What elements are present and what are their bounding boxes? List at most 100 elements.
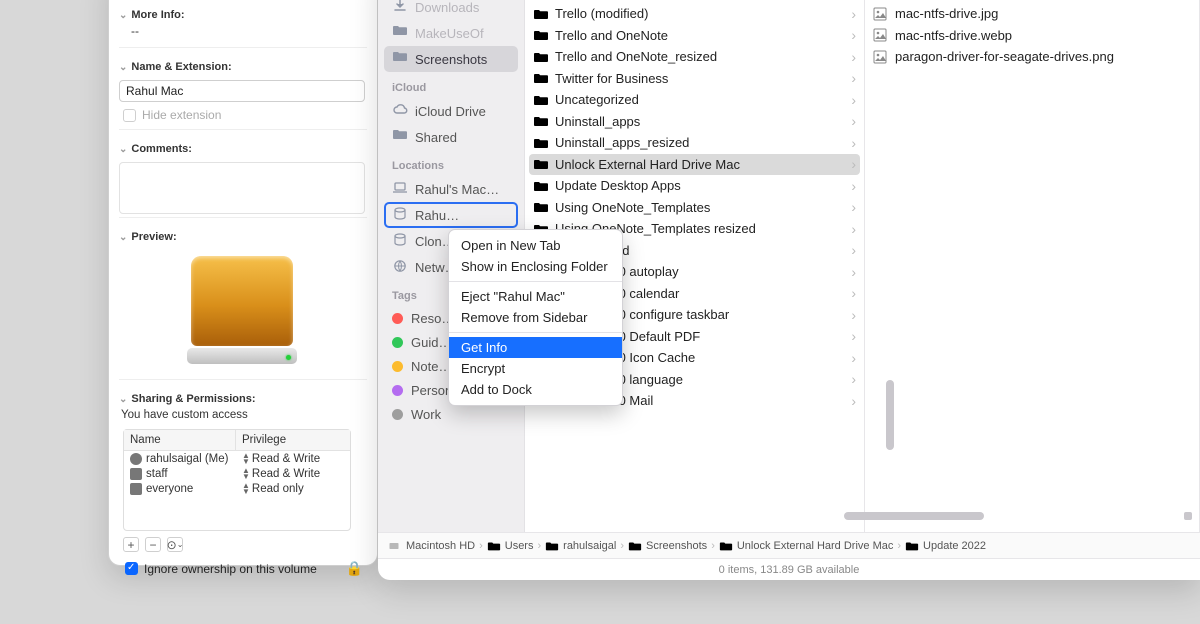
user-icon [130,453,142,465]
sharing-header[interactable]: ⌄ Sharing & Permissions: [119,383,367,408]
folder-name: Trello and OneNote_resized [555,49,851,64]
folder-icon [905,540,919,552]
tag-dot-icon [392,337,403,348]
scrollbar-thumb[interactable] [886,380,894,450]
sidebar-item[interactable]: Rahul's Mac… [384,176,518,202]
preview-header[interactable]: ⌄ Preview: [119,221,367,246]
menu-item[interactable]: Eject "Rahul Mac" [449,286,622,307]
chevron-right-icon: › [897,540,901,552]
folder-row[interactable]: Twitter for Business › [529,68,860,90]
checkbox-icon[interactable] [123,109,136,122]
folder-icon [533,179,549,193]
path-segment[interactable]: Update 2022 [905,540,986,552]
file-row[interactable]: paragon-driver-for-seagate-drives.png [869,46,1195,68]
sidebar-item-label: Screenshots [415,52,487,67]
menu-item[interactable]: Remove from Sidebar [449,307,622,328]
image-file-icon [873,7,889,21]
folder-row[interactable]: Trello and OneNote › [529,25,860,47]
add-user-button[interactable]: + [123,537,139,552]
sidebar-item[interactable]: Shared [384,124,518,150]
chevron-right-icon: › [851,221,856,237]
sidebar-item[interactable]: Downloads [384,0,518,20]
hide-extension-row[interactable]: Hide extension [119,108,367,126]
folder-row[interactable]: Trello (modified) › [529,3,860,25]
updown-icon[interactable]: ▲▼ [242,468,250,480]
folder-name: Uncategorized [555,92,851,107]
column-files[interactable]: mac-ntfs-drive.jpg mac-ntfs-drive.webp p… [865,0,1200,532]
folder-row[interactable]: Uninstall_apps › [529,111,860,133]
chevron-down-icon: ⌄ [119,144,127,155]
folder-icon [487,540,501,552]
perm-row[interactable]: staff ▲▼Read & Write [124,466,350,481]
perm-header-name[interactable]: Name [124,430,236,450]
folder-row[interactable]: Uninstall_apps_resized › [529,132,860,154]
chevron-right-icon: › [620,540,624,552]
action-menu-button[interactable]: ⊙⌄ [167,537,183,552]
folder-row[interactable]: Using OneNote_Templates › [529,197,860,219]
tag-dot-icon [392,385,403,396]
tag-label: Guid… [411,335,451,350]
name-ext-header[interactable]: ⌄ Name & Extension: [119,51,367,76]
download-icon [392,0,408,17]
menu-item[interactable]: Show in Enclosing Folder [449,256,622,277]
folder-shared-icon [392,128,408,147]
menu-item[interactable]: Encrypt [449,358,622,379]
sharing-label: Sharing & Permissions: [131,393,255,405]
chevron-right-icon: › [851,27,856,43]
file-row[interactable]: mac-ntfs-drive.jpg [869,3,1195,25]
group-icon [130,468,142,480]
folder-name: Update Desktop Apps [555,178,851,193]
sidebar-item[interactable]: Rahu… [384,202,518,228]
tag-dot-icon [392,409,403,420]
path-bar[interactable]: Macintosh HD›Users›rahulsaigal›Screensho… [378,532,1200,558]
remove-user-button[interactable]: − [145,537,161,552]
chevron-right-icon: › [851,92,856,108]
sidebar-item[interactable]: iCloud Drive [384,98,518,124]
chevron-right-icon: › [851,70,856,86]
chevron-down-icon: ⌄ [119,394,127,405]
name-ext-label: Name & Extension: [131,61,231,73]
chevron-down-icon: ⌄ [119,10,127,21]
menu-item[interactable]: Get Info [449,337,622,358]
perm-row[interactable]: everyone ▲▼Read only [124,481,350,496]
menu-item[interactable]: Add to Dock [449,379,622,400]
folder-row[interactable]: Uncategorized › [529,89,860,111]
folder-icon [533,136,549,150]
path-segment[interactable]: Macintosh HD [388,540,475,552]
path-segment[interactable]: Users [487,540,534,552]
sidebar-item[interactable]: MakeUseOf [384,20,518,46]
perm-priv: Read only [252,483,304,495]
file-row[interactable]: mac-ntfs-drive.webp [869,25,1195,47]
chevron-right-icon: › [851,156,856,172]
horizontal-scrollbar[interactable] [538,512,1184,520]
disk-icon [392,232,408,251]
folder-row[interactable]: Update Desktop Apps › [529,175,860,197]
comments-textarea[interactable] [119,162,365,214]
menu-item[interactable]: Open in New Tab [449,235,622,256]
sidebar-item-label: Shared [415,130,457,145]
updown-icon[interactable]: ▲▼ [242,483,250,495]
ignore-ownership-label: Ignore ownership on this volume [144,562,317,576]
path-segment[interactable]: rahulsaigal [545,540,616,552]
more-info-header[interactable]: ⌄ More Info: [119,0,367,24]
sidebar-item[interactable]: Screenshots [384,46,518,72]
lock-icon[interactable]: 🔒 [346,560,363,577]
ignore-ownership-checkbox[interactable] [125,562,138,575]
tag-dot-icon [392,361,403,372]
chevron-right-icon: › [851,135,856,151]
get-info-window: ⌄ More Info: -- ⌄ Name & Extension: Hide… [108,0,378,566]
comments-header[interactable]: ⌄ Comments: [119,133,367,158]
updown-icon[interactable]: ▲▼ [242,453,250,465]
name-input[interactable] [119,80,365,102]
perm-row[interactable]: rahulsaigal (Me) ▲▼Read & Write [124,451,350,466]
folder-icon [392,50,408,69]
chevron-right-icon: › [851,328,856,344]
folder-row[interactable]: Unlock External Hard Drive Mac › [529,154,860,176]
folder-row[interactable]: Trello and OneNote_resized › [529,46,860,68]
perm-header-priv[interactable]: Privilege [236,430,350,450]
folder-name: Trello (modified) [555,6,851,21]
path-segment[interactable]: Screenshots [628,540,707,552]
path-label: Macintosh HD [406,540,475,552]
path-segment[interactable]: Unlock External Hard Drive Mac [719,540,894,552]
external-drive-icon [183,256,301,366]
